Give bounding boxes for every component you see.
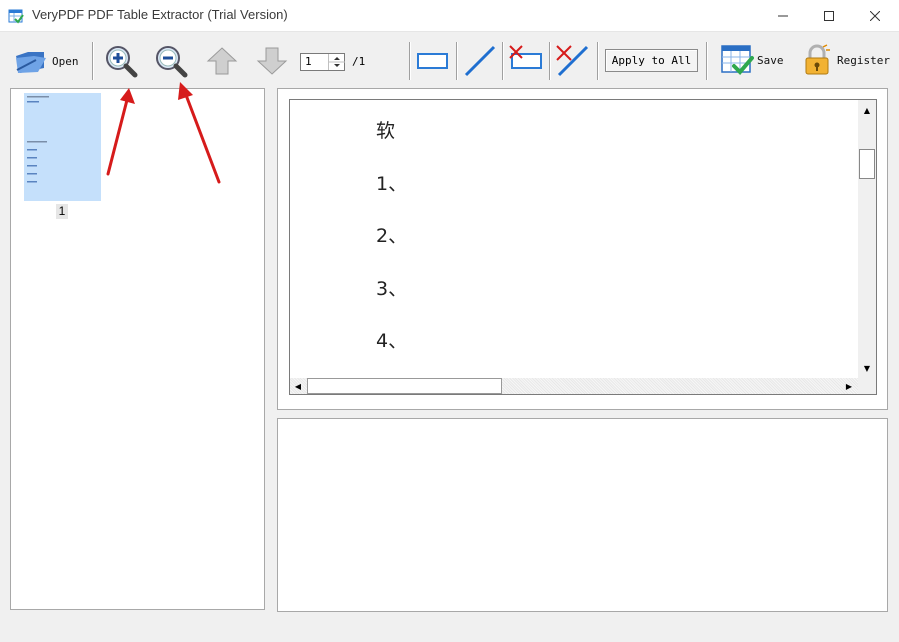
zoom-in-button[interactable]	[104, 44, 138, 78]
toolbar-separator	[502, 42, 504, 80]
results-panel[interactable]	[277, 418, 888, 612]
document-text-line: 2、	[376, 225, 408, 247]
document-text-line: 4、	[376, 330, 408, 352]
toolbar-separator	[549, 42, 551, 80]
register-button[interactable]: Register	[802, 44, 890, 76]
next-page-button[interactable]	[256, 46, 288, 76]
vertical-scroll-thumb[interactable]	[859, 149, 875, 179]
delete-line-icon	[556, 45, 589, 77]
delete-rectangle-icon	[509, 45, 542, 69]
thumbnail-page-number: 1	[56, 204, 68, 219]
minimize-button[interactable]	[760, 0, 806, 32]
rectangle-icon	[417, 53, 448, 69]
lock-key-icon	[805, 44, 830, 75]
document-text-line: 3、	[376, 278, 408, 300]
zoom-out-icon	[156, 46, 188, 78]
previous-page-button[interactable]	[206, 46, 238, 76]
up-down-arrows-icon	[329, 57, 345, 67]
save-label: Save	[757, 53, 784, 67]
minimize-icon	[778, 15, 788, 17]
window-title: VeryPDF PDF Table Extractor (Trial Versi…	[32, 7, 288, 22]
draw-line-button[interactable]	[462, 44, 498, 78]
maximize-button[interactable]	[806, 0, 852, 32]
page-number-value: 1	[305, 55, 312, 68]
zoom-out-button[interactable]	[154, 44, 188, 78]
toolbar-separator	[706, 42, 708, 80]
apply-to-all-button[interactable]: Apply to All	[605, 49, 698, 72]
page-total-label: /1	[352, 55, 366, 68]
document-view-panel: 软 1、 2、 3、 4、 ▲ ▼ ◀ ▶	[277, 88, 888, 410]
scroll-up-arrow-icon[interactable]: ▲	[859, 102, 875, 118]
scroll-down-arrow-icon[interactable]: ▼	[859, 360, 875, 376]
scroll-right-arrow-icon[interactable]: ▶	[841, 378, 857, 394]
scroll-left-arrow-icon[interactable]: ◀	[290, 378, 306, 394]
close-icon	[870, 11, 880, 21]
maximize-icon	[824, 11, 834, 21]
document-canvas[interactable]: 软 1、 2、 3、 4、 ▲ ▼ ◀ ▶	[289, 99, 877, 395]
title-bar: VeryPDF PDF Table Extractor (Trial Versi…	[0, 0, 899, 32]
delete-rectangle-button[interactable]	[508, 44, 544, 74]
toolbar-separator	[409, 42, 411, 80]
document-text-line: 1、	[376, 173, 408, 195]
toolbar-separator	[456, 42, 458, 80]
scrollbar-corner	[858, 378, 876, 394]
page-number-stepper[interactable]: 1	[300, 53, 345, 71]
thumbnail-panel[interactable]: 1	[10, 88, 265, 610]
app-icon	[8, 9, 24, 24]
save-button[interactable]: Save	[720, 44, 784, 76]
vertical-scrollbar[interactable]: ▲ ▼	[858, 100, 876, 378]
delete-line-button[interactable]	[555, 44, 591, 78]
open-button[interactable]: Open	[14, 46, 79, 76]
save-table-icon	[721, 45, 754, 75]
page-thumbnail[interactable]	[24, 93, 101, 201]
arrow-up-icon	[206, 47, 238, 75]
stepper-arrows[interactable]	[328, 54, 345, 70]
draw-rectangle-button[interactable]	[416, 50, 450, 72]
document-text-line: 软	[376, 120, 396, 142]
horizontal-scroll-thumb[interactable]	[307, 378, 502, 394]
horizontal-scrollbar[interactable]: ◀ ▶	[290, 378, 858, 394]
diagonal-line-icon	[464, 45, 496, 77]
toolbar-separator	[92, 42, 94, 80]
zoom-in-icon	[106, 46, 138, 78]
open-label: Open	[52, 54, 79, 68]
folder-open-icon	[16, 52, 46, 73]
toolbar-separator	[597, 42, 599, 80]
arrow-down-icon	[256, 47, 288, 75]
thumbnail-preview	[27, 96, 49, 183]
close-button[interactable]	[852, 0, 898, 32]
register-label: Register	[837, 53, 890, 67]
